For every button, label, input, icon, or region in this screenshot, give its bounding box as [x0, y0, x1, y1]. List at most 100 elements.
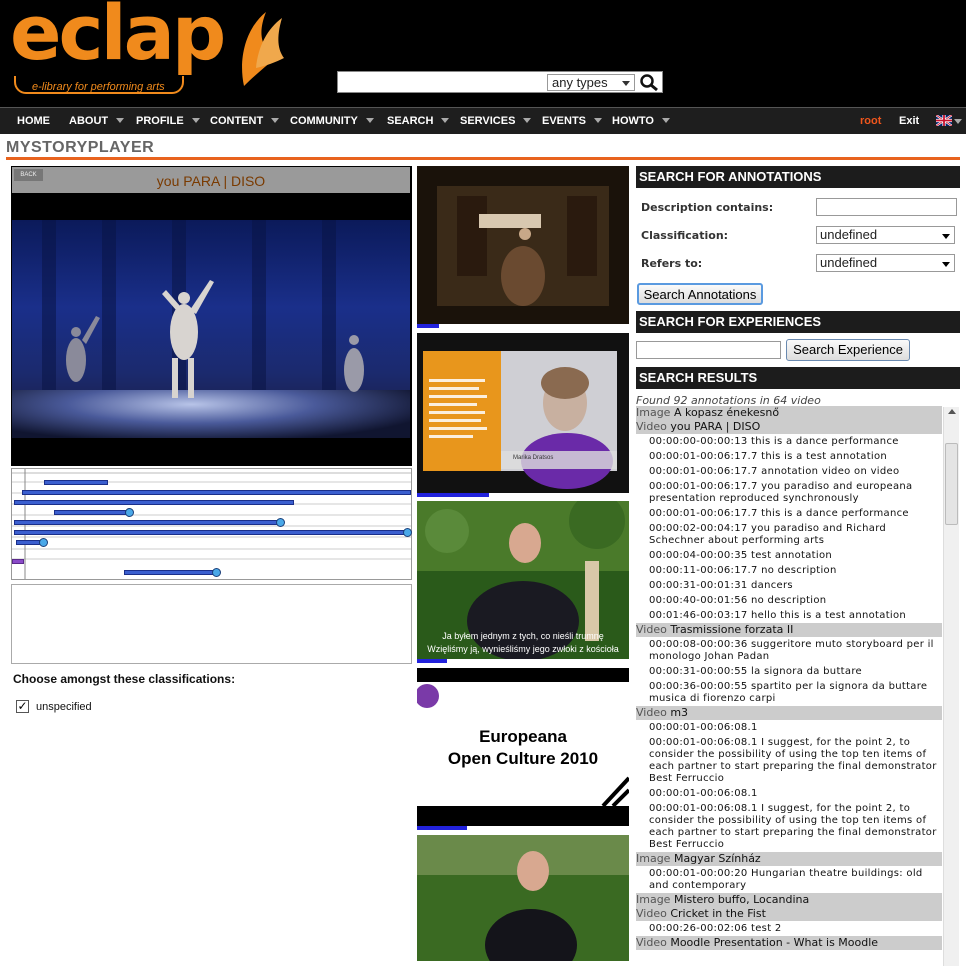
annotation-item[interactable]: 00:00:02-00:04:17 you paradiso and Richa…	[636, 521, 942, 548]
annotation-item[interactable]: 00:00:01-00:06:08.1 I suggest, for the p…	[636, 735, 942, 786]
logo-tagline: e-library for performing arts	[32, 81, 165, 93]
nav-home[interactable]: HOME	[17, 108, 50, 135]
search-type-select[interactable]: any types	[547, 74, 635, 91]
annotation-item[interactable]: 00:01:46-00:03:17 hello this is a test a…	[636, 608, 942, 623]
segment-end-handle[interactable]	[276, 518, 285, 527]
annotation-item[interactable]: 00:00:04-00:00:35 test annotation	[636, 548, 942, 563]
results-scrollbar[interactable]	[943, 407, 959, 966]
result-group-header[interactable]: Video m3	[636, 706, 942, 720]
refers-select[interactable]: undefined	[816, 254, 955, 272]
caret-down-icon	[441, 118, 450, 123]
scroll-thumb[interactable]	[945, 443, 958, 525]
timeline-segment[interactable]	[54, 510, 126, 515]
segment-end-handle[interactable]	[125, 508, 134, 517]
result-group-header[interactable]: Video Trasmissione forzata II	[636, 623, 942, 637]
eclap-logo[interactable]: eclap e-library for performing arts	[10, 0, 284, 102]
search-input[interactable]	[340, 74, 540, 91]
refers-value: undefined	[820, 255, 878, 270]
logo-word: eclap	[10, 0, 226, 77]
result-group-header[interactable]: Video you PARA | DISO	[636, 420, 942, 434]
caret-down-icon	[661, 118, 670, 123]
annotation-item[interactable]: 00:00:01-00:06:08.1	[636, 786, 942, 801]
annotation-item[interactable]: 00:00:01-00:00:20 Hungarian theatre buil…	[636, 866, 942, 893]
scroll-up-arrow-icon[interactable]	[948, 409, 956, 414]
result-group-header[interactable]: Image Magyar Színház	[636, 852, 942, 866]
wing-icon	[242, 12, 284, 86]
nav-content[interactable]: CONTENT	[210, 108, 280, 135]
timeline-segment[interactable]	[44, 480, 108, 485]
segment-end-handle[interactable]	[39, 538, 48, 547]
classification-select[interactable]: undefined	[816, 226, 955, 244]
timeline-segment[interactable]	[14, 530, 406, 535]
annotation-timeline[interactable]	[11, 468, 412, 580]
annotation-item[interactable]: 00:00:31-00:01:31 dancers	[636, 578, 942, 593]
unspecified-checkbox[interactable]: ✓	[16, 700, 29, 713]
experience-search-input[interactable]	[636, 341, 781, 359]
nav-services[interactable]: SERVICES	[460, 108, 532, 135]
garden-interview-scene-2	[417, 835, 629, 961]
nav-profile[interactable]: PROFILE	[136, 108, 200, 135]
related-video-thumb-5[interactable]	[417, 835, 629, 961]
search-icon[interactable]	[638, 73, 660, 92]
nav-events[interactable]: EVENTS	[542, 108, 603, 135]
results-list[interactable]: Image A kopasz énekesnő Video you PARA | …	[636, 406, 942, 966]
exit-link[interactable]: Exit	[899, 108, 919, 135]
annotation-item[interactable]: 00:00:11-00:06:17.7 no description	[636, 563, 942, 578]
result-kind: Video	[636, 706, 667, 719]
annotation-item[interactable]: 00:00:01-00:06:08.1 I suggest, for the p…	[636, 801, 942, 852]
thumb-progress	[417, 324, 439, 328]
timeline-segment[interactable]	[16, 540, 40, 545]
nav-home-label: HOME	[17, 115, 50, 127]
annotation-details-box	[11, 584, 412, 664]
timeline-segment-selected[interactable]	[12, 559, 24, 564]
annotation-item[interactable]: 00:00:36-00:00:55 spartito per la signor…	[636, 679, 942, 706]
main-video-player[interactable]: BACK you PARA | DISO	[11, 166, 412, 466]
search-annotations-button[interactable]: Search Annotations	[637, 283, 763, 305]
related-video-thumb-4[interactable]: Europeana Open Culture 2010	[417, 668, 629, 826]
classification-label: Classification:	[641, 229, 729, 242]
timeline-segment[interactable]	[14, 520, 278, 525]
main-nav: HOME ABOUT PROFILE CONTENT COMMUNITY SEA…	[0, 107, 966, 134]
slide-caption: Marika Dratsos	[513, 455, 554, 461]
annotation-item[interactable]: 00:00:01-00:06:17.7 this is a dance perf…	[636, 506, 942, 521]
related-video-thumb-2[interactable]: Marika Dratsos	[417, 333, 629, 493]
description-input[interactable]	[816, 198, 957, 216]
chevron-down-icon	[622, 81, 630, 86]
nav-howto[interactable]: HOWTO	[612, 108, 670, 135]
annotation-item[interactable]: 00:00:01-00:06:17.7 you paradiso and eur…	[636, 479, 942, 506]
result-title: Mistero buffo, Locandina	[673, 893, 810, 906]
result-title: Magyar Színház	[673, 852, 761, 865]
related-video-thumb-3[interactable]: Ja byłem jednym z tych, co nieśli trumnę…	[417, 501, 629, 659]
result-group-header[interactable]: Video Cricket in the Fist	[636, 907, 942, 921]
timeline-segment[interactable]	[14, 500, 294, 505]
nav-community[interactable]: COMMUNITY	[290, 108, 374, 135]
uk-flag-icon[interactable]	[936, 115, 952, 126]
user-link[interactable]: root	[860, 108, 881, 135]
related-video-thumb-1[interactable]	[417, 166, 629, 324]
nav-search[interactable]: SEARCH	[387, 108, 450, 135]
segment-end-handle[interactable]	[212, 568, 221, 577]
annotation-item[interactable]: 00:00:40-00:01:56 no description	[636, 593, 942, 608]
title-divider	[6, 157, 960, 160]
timeline-segment[interactable]	[124, 570, 214, 575]
timeline-segment[interactable]	[22, 490, 411, 495]
annotation-item[interactable]: 00:00:00-00:00:13 this is a dance perfor…	[636, 434, 942, 449]
annotation-item[interactable]: 00:00:08-00:00:36 suggeritore muto story…	[636, 637, 942, 664]
segment-end-handle[interactable]	[403, 528, 412, 537]
annotation-item[interactable]: 00:00:01-00:06:17.7 this is a test annot…	[636, 449, 942, 464]
nav-events-label: EVENTS	[542, 115, 587, 127]
result-title: you PARA | DISO	[670, 420, 761, 433]
search-experience-button[interactable]: Search Experience	[786, 339, 910, 361]
caret-down-icon	[271, 118, 280, 123]
annotation-item[interactable]: 00:00:31-00:00:55 la signora da buttare	[636, 664, 942, 679]
result-group-header[interactable]: Video Moodle Presentation - What is Mood…	[636, 936, 942, 950]
nav-search-label: SEARCH	[387, 115, 434, 127]
language-caret-icon[interactable]	[954, 119, 962, 124]
result-group-header[interactable]: Image Mistero buffo, Locandina	[636, 893, 942, 907]
video-frame[interactable]	[12, 220, 410, 438]
annotation-item[interactable]: 00:00:01-00:06:17.7 annotation video on …	[636, 464, 942, 479]
annotation-item[interactable]: 00:00:01-00:06:08.1	[636, 720, 942, 735]
result-group-header[interactable]: Image A kopasz énekesnő	[636, 406, 942, 420]
annotation-item[interactable]: 00:00:26-00:02:06 test 2	[636, 921, 942, 936]
nav-about[interactable]: ABOUT	[69, 108, 125, 135]
